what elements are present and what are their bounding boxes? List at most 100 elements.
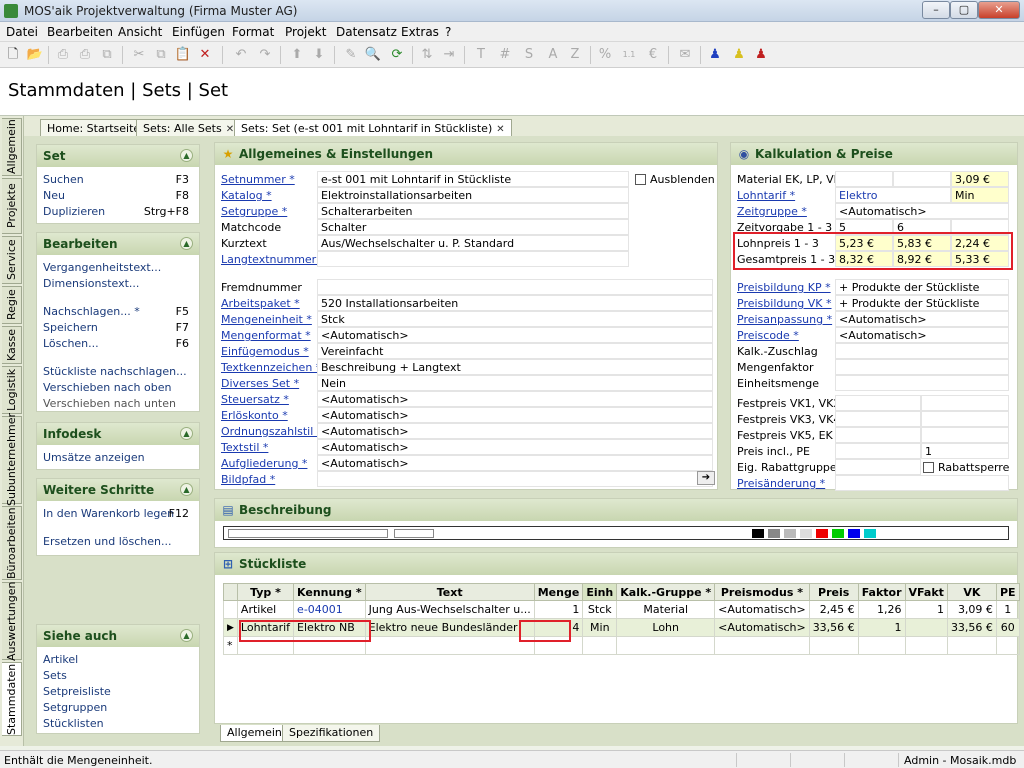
mail-icon[interactable]: ✉ bbox=[676, 46, 694, 64]
cell-preismodus[interactable]: <Automatisch> bbox=[714, 618, 810, 637]
field-label[interactable]: Bildpfad * bbox=[221, 473, 275, 486]
numbering-icon[interactable]: 1.1 bbox=[620, 46, 638, 64]
cell-vfakt[interactable]: 1 bbox=[904, 600, 948, 619]
cell-faktor[interactable]: 1,26 bbox=[857, 600, 906, 619]
vtab-logistik[interactable]: Logistik bbox=[2, 366, 22, 414]
cell-einh[interactable]: Stck bbox=[582, 600, 618, 619]
field-value[interactable]: Beschreibung + Langtext bbox=[317, 359, 713, 375]
move-down-icon[interactable]: ⬇ bbox=[310, 46, 328, 64]
field-label[interactable]: Einfügemodus * bbox=[221, 345, 309, 358]
new-icon[interactable]: 🗋 bbox=[4, 46, 22, 64]
vtab-subunternehmer[interactable]: Subunternehmer bbox=[2, 413, 22, 507]
field-value[interactable]: Schalter bbox=[317, 219, 629, 235]
field-value[interactable]: Aus/Wechselschalter u. P. Standard bbox=[317, 235, 629, 251]
delete-icon[interactable]: ✕ bbox=[196, 46, 214, 64]
cell-einh[interactable]: Min bbox=[582, 618, 618, 637]
collapse-icon[interactable]: ▲ bbox=[180, 483, 193, 496]
sidebar-item-neu[interactable]: Neu F8 bbox=[37, 187, 199, 203]
cut-icon[interactable]: ✂ bbox=[130, 46, 148, 64]
field-value[interactable] bbox=[835, 343, 1009, 359]
row-selector[interactable] bbox=[223, 600, 238, 619]
sidebar-weitere-header[interactable]: Weitere Schritte ▲ bbox=[37, 479, 199, 501]
minimize-button[interactable]: – bbox=[922, 1, 950, 19]
col-header[interactable]: Faktor bbox=[857, 583, 906, 601]
sidebar-set-header[interactable]: Set ▲ bbox=[37, 145, 199, 167]
sidebar-item-loeschen[interactable]: Löschen... F6 bbox=[37, 335, 199, 351]
menu-einfuegen[interactable]: Einfügen bbox=[172, 25, 225, 39]
field-value[interactable]: <Automatisch> bbox=[835, 311, 1009, 327]
checkbox-icon[interactable] bbox=[635, 174, 646, 185]
field-label[interactable]: Langtextnummer * bbox=[221, 253, 325, 266]
sidebar-item-artikel[interactable]: Artikel bbox=[37, 651, 199, 667]
undo-icon[interactable]: ↶ bbox=[232, 46, 250, 64]
vtab-projekte[interactable]: Projekte bbox=[2, 178, 22, 234]
sidebar-item-sets[interactable]: Sets bbox=[37, 667, 199, 683]
indent-icon[interactable]: ⇥ bbox=[440, 46, 458, 64]
field-value[interactable]: Schalterarbeiten bbox=[317, 203, 629, 219]
festpreis-vk5[interactable] bbox=[835, 427, 921, 443]
sidebar-item-verschieben-oben[interactable]: Verschieben nach oben bbox=[37, 379, 199, 395]
menu-projekt[interactable]: Projekt bbox=[285, 25, 326, 39]
field-value[interactable]: <Automatisch> bbox=[317, 423, 713, 439]
menu-datei[interactable]: Datei bbox=[6, 25, 38, 39]
user-yellow-icon[interactable]: ♟ bbox=[730, 46, 748, 64]
field-value[interactable] bbox=[317, 279, 713, 295]
checkbox-icon[interactable] bbox=[923, 462, 934, 473]
field-label[interactable]: Preisbildung VK * bbox=[737, 297, 832, 310]
field-value[interactable]: Elektroinstallationsarbeiten bbox=[317, 187, 629, 203]
field-value[interactable]: Stck bbox=[317, 311, 713, 327]
ausblenden-checkbox[interactable]: Ausblenden bbox=[635, 171, 715, 187]
field-value[interactable] bbox=[835, 375, 1009, 391]
refresh-icon[interactable]: ⟳ bbox=[388, 46, 406, 64]
z-icon[interactable]: Z bbox=[566, 46, 584, 64]
collapse-icon[interactable]: ▲ bbox=[180, 237, 193, 250]
sidebar-item-setpreisliste[interactable]: Setpreisliste bbox=[37, 683, 199, 699]
field-label[interactable]: Steuersatz * bbox=[221, 393, 289, 406]
arrow-right-icon[interactable]: ➔ bbox=[697, 471, 715, 485]
festpreis-ek[interactable] bbox=[921, 427, 1009, 443]
font-select[interactable] bbox=[228, 529, 388, 538]
edit-icon[interactable]: ✎ bbox=[342, 46, 360, 64]
color-silver-swatch[interactable] bbox=[784, 529, 796, 538]
menu-help[interactable]: ? bbox=[445, 25, 451, 39]
sidebar-siehe-header[interactable]: Siehe auch ▲ bbox=[37, 625, 199, 647]
rabattgruppe-value[interactable] bbox=[835, 459, 921, 475]
field-label[interactable]: Katalog * bbox=[221, 189, 272, 202]
menu-bearbeiten[interactable]: Bearbeiten bbox=[47, 25, 113, 39]
tab-alle-sets[interactable]: Sets: Alle Sets ✕ bbox=[136, 119, 242, 136]
sidebar-infodesk-header[interactable]: Infodesk ▲ bbox=[37, 423, 199, 445]
menu-ansicht[interactable]: Ansicht bbox=[118, 25, 162, 39]
sidebar-item-verschieben-unten[interactable]: Verschieben nach unten bbox=[37, 395, 199, 411]
sidebar-item-suchen[interactable]: Suchen F3 bbox=[37, 171, 199, 187]
tab-home[interactable]: Home: Startseite bbox=[40, 119, 148, 136]
color-blue-swatch[interactable] bbox=[848, 529, 860, 538]
cell-pe[interactable]: 60 bbox=[995, 618, 1020, 637]
sidebar-item-dimensionstext[interactable]: Dimensionstext... bbox=[37, 275, 199, 291]
a-icon[interactable]: A bbox=[544, 46, 562, 64]
cell-preis[interactable]: 2,45 € bbox=[808, 600, 859, 619]
vtab-service[interactable]: Service bbox=[2, 236, 22, 284]
field-value[interactable]: + Produkte der Stückliste bbox=[835, 295, 1009, 311]
paste-icon[interactable]: 📋 bbox=[174, 46, 192, 64]
lohntarif-einheit[interactable]: Min bbox=[951, 187, 1009, 203]
field-label[interactable]: Textstil * bbox=[221, 441, 268, 454]
field-value[interactable]: <Automatisch> bbox=[835, 327, 1009, 343]
sidebar-bearbeiten-header[interactable]: Bearbeiten ▲ bbox=[37, 233, 199, 255]
sidebar-item-nachschlagen[interactable]: Nachschlagen... * F5 bbox=[37, 303, 199, 319]
material-lp[interactable] bbox=[893, 171, 951, 187]
vtab-allgemein[interactable]: Allgemein bbox=[2, 118, 22, 176]
field-value[interactable]: Vereinfacht bbox=[317, 343, 713, 359]
cell-kalk-gruppe[interactable]: Lohn bbox=[616, 618, 716, 637]
zeitgruppe-value[interactable]: <Automatisch> bbox=[835, 203, 1009, 219]
field-value[interactable]: <Automatisch> bbox=[317, 455, 713, 471]
vtab-regie[interactable]: Regie bbox=[2, 286, 22, 324]
size-select[interactable] bbox=[394, 529, 434, 538]
table-row[interactable]: Artikel e-04001 Jung Aus-Wechselschalter… bbox=[223, 600, 1020, 619]
field-label[interactable]: Preisanpassung * bbox=[737, 313, 832, 326]
cell-kennung[interactable]: e-04001 bbox=[293, 600, 366, 619]
hash-icon[interactable]: # bbox=[496, 46, 514, 64]
cell-typ[interactable]: Artikel bbox=[236, 600, 295, 619]
field-value[interactable]: 520 Installationsarbeiten bbox=[317, 295, 713, 311]
color-green-swatch[interactable] bbox=[832, 529, 844, 538]
lohntarif-value[interactable]: Elektro bbox=[835, 187, 951, 203]
